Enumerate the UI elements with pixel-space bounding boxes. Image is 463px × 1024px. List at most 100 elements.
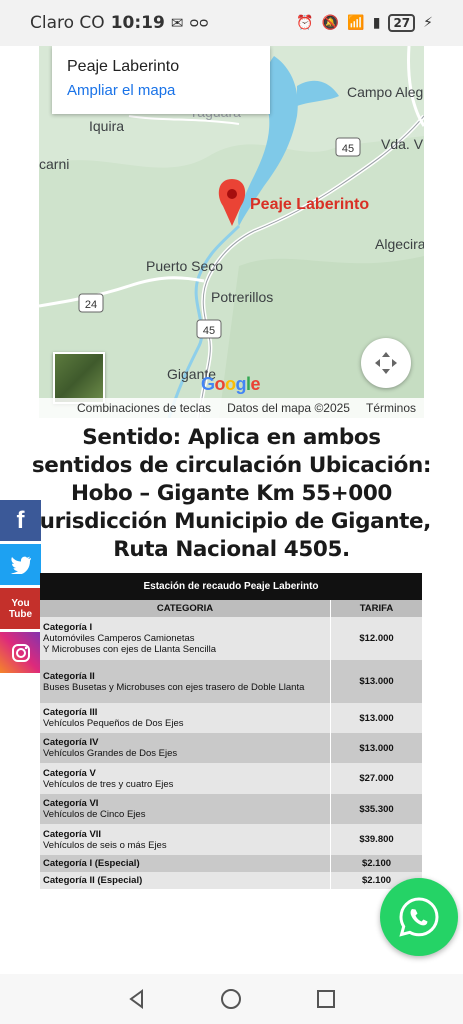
embedded-map[interactable]: 45 24 45 Iquira Yaguará carni Campo Aleg… (39, 46, 424, 418)
category-desc: Vehículos de tres y cuatro Ejes (43, 778, 174, 790)
table-caption: Estación de recaudo Peaje Laberinto (40, 573, 423, 600)
svg-text:24: 24 (85, 299, 97, 311)
facebook-icon: f (16, 506, 25, 534)
table-row: Categoría III Vehículos Pequeños de Dos … (40, 703, 423, 733)
youtube-icon: You (11, 597, 30, 609)
category-cell: Categoría I (Especial) (40, 855, 331, 872)
charging-icon: ⚡ (423, 15, 433, 31)
home-icon[interactable] (220, 988, 242, 1010)
pin-label: Peaje Laberinto (250, 196, 370, 213)
category-desc: Automóviles Camperos Camionetas Y Microb… (43, 633, 217, 655)
map-place-label: Campo Aleg (347, 84, 424, 100)
back-icon[interactable] (126, 988, 148, 1010)
twitter-share-button[interactable] (0, 544, 41, 585)
category-desc: Vehículos Pequeños de Dos Ejes (43, 718, 184, 729)
table-row: Categoría VI Vehículos de Cinco Ejes $35… (40, 794, 423, 824)
toll-rates-table: Estación de recaudo Peaje Laberinto CATE… (40, 573, 423, 889)
price-cell: $13.000 (330, 733, 423, 763)
google-logo: Google (201, 374, 261, 394)
category-name: Categoría II (Especial) (43, 875, 143, 886)
wifi-icon: 📶 (347, 15, 365, 31)
price-cell: $35.300 (330, 794, 423, 824)
category-name: Categoría I (Especial) (43, 858, 140, 869)
signal-icon: ▮ (372, 15, 381, 31)
map-place-label: Vda. V (381, 136, 424, 152)
category-cell: Categoría II (Especial) (40, 872, 331, 889)
category-name: Categoría V (43, 767, 96, 779)
map-info-card: Peaje Laberinto Ampliar el mapa (52, 46, 270, 114)
category-desc: Vehículos de seis o más Ejes (43, 839, 167, 851)
system-nav-bar (0, 974, 463, 1024)
category-cell: Categoría IV Vehículos Grandes de Dos Ej… (40, 733, 331, 763)
instagram-share-button[interactable] (0, 632, 41, 673)
road-shield-24: 24 (78, 293, 104, 313)
youtube-share-button[interactable]: You Tube (0, 588, 41, 629)
category-cell: Categoría V Vehículos de tres y cuatro E… (40, 763, 331, 794)
enlarge-map-link[interactable]: Ampliar el mapa (67, 82, 255, 99)
category-name: Categoría II (43, 670, 95, 682)
voicemail-icon: ᴑᴑ (189, 15, 209, 31)
alarm-icon: ⏰ (296, 15, 314, 31)
category-name: Categoría III (43, 707, 98, 718)
category-name: Categoría VI (43, 798, 99, 809)
category-desc: Vehículos de Cinco Ejes (43, 809, 146, 820)
terms-link[interactable]: Términos (366, 401, 416, 415)
category-cell: Categoría VI Vehículos de Cinco Ejes (40, 794, 331, 824)
facebook-share-button[interactable]: f (0, 500, 41, 541)
twitter-icon (10, 556, 31, 574)
category-cell: Categoría VII Vehículos de seis o más Ej… (40, 824, 331, 855)
page: Claro CO 10:19 ✉ ᴑᴑ ⏰ 🔕 📶 ▮ 27 ⚡ 45 24 4… (0, 0, 463, 1024)
map-place-label: Iquira (89, 118, 125, 134)
category-name: Categoría I (43, 622, 93, 633)
clock: 10:19 (110, 13, 165, 33)
carrier-label: Claro CO (30, 13, 105, 33)
map-place-label: Potrerillos (211, 289, 274, 305)
gmail-icon: ✉ (170, 14, 184, 32)
toll-direction-heading: Sentido: Aplica en ambos sentidos de cir… (31, 425, 432, 562)
table-row: Categoría I (Especial) $2.100 (40, 855, 423, 872)
svg-text:45: 45 (342, 143, 354, 155)
price-cell: $13.000 (330, 660, 423, 703)
satellite-toggle[interactable] (53, 352, 105, 404)
column-header-rate: TARIFA (330, 600, 423, 617)
map-place-label: Algeciras (375, 236, 424, 252)
price-cell: $27.000 (330, 763, 423, 794)
category-desc: Vehículos Grandes de Dos Ejes (43, 748, 178, 759)
category-cell: Categoría II Buses Busetas y Microbuses … (40, 660, 331, 703)
mute-icon: 🔕 (321, 15, 340, 31)
youtube-icon-tube: Tube (8, 608, 33, 620)
category-name: Categoría VII (43, 828, 102, 840)
category-desc: Buses Busetas y Microbuses con ejes tras… (43, 681, 305, 693)
road-shield-45-bottom: 45 (196, 319, 222, 339)
svg-text:45: 45 (203, 325, 215, 337)
status-left: Claro CO 10:19 ✉ ᴑᴑ (30, 13, 209, 33)
battery-icon: 27 (388, 14, 416, 32)
road-shield-45-top: 45 (335, 137, 361, 157)
table-row: Categoría V Vehículos de tres y cuatro E… (40, 763, 423, 794)
table-row: Categoría II (Especial) $2.100 (40, 872, 423, 889)
category-name: Categoría IV (43, 737, 99, 748)
fullscreen-button[interactable] (361, 338, 411, 388)
status-bar: Claro CO 10:19 ✉ ᴑᴑ ⏰ 🔕 📶 ▮ 27 ⚡ (0, 0, 463, 46)
map-place-label: Puerto Seco (146, 258, 224, 274)
recents-icon[interactable] (315, 988, 337, 1010)
table-row: Categoría IV Vehículos Grandes de Dos Ej… (40, 733, 423, 763)
category-cell: Categoría III Vehículos Pequeños de Dos … (40, 703, 331, 733)
keyboard-shortcuts-link[interactable]: Combinaciones de teclas (77, 401, 211, 415)
price-cell: $2.100 (330, 855, 423, 872)
price-cell: $39.800 (330, 824, 423, 855)
move-arrows-icon (375, 352, 397, 374)
price-cell: $13.000 (330, 703, 423, 733)
map-card-title: Peaje Laberinto (67, 58, 180, 75)
table-row: Categoría VII Vehículos de seis o más Ej… (40, 824, 423, 855)
category-cell: Categoría I Automóviles Camperos Camione… (40, 617, 331, 660)
map-data-label: Datos del mapa ©2025 (227, 401, 350, 415)
column-header-category: CATEGORIA (40, 600, 331, 617)
whatsapp-chat-button[interactable] (380, 878, 458, 956)
status-right: ⏰ 🔕 📶 ▮ 27 ⚡ (296, 14, 433, 32)
map-footer: Combinaciones de teclas Datos del mapa ©… (39, 398, 424, 418)
table-row: Categoría I Automóviles Camperos Camione… (40, 617, 423, 660)
table-row: Categoría II Buses Busetas y Microbuses … (40, 660, 423, 703)
instagram-icon (11, 643, 30, 662)
table-caption-row: Estación de recaudo Peaje Laberinto (40, 573, 423, 600)
